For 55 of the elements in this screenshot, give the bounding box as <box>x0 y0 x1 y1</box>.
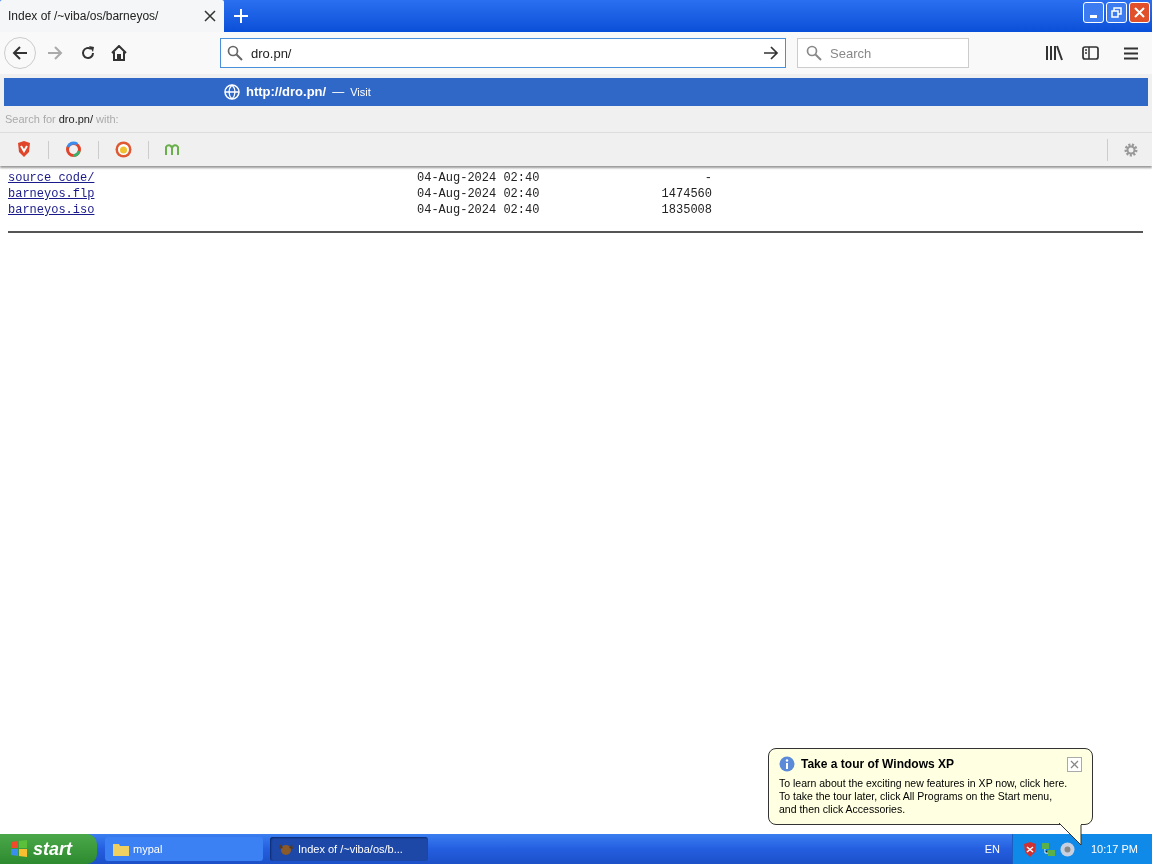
file-size: 1474560 <box>660 186 712 202</box>
dash-separator: — <box>332 84 345 101</box>
menu-icon[interactable] <box>1124 46 1138 60</box>
minimize-icon <box>1090 15 1097 18</box>
url-suggestion[interactable]: http://dro.pn/ — Visit <box>4 78 1148 106</box>
taskbar-button[interactable]: Index of /~viba/os/b... <box>270 837 428 861</box>
search-for-label: Search for <box>5 111 56 127</box>
restore-icon <box>1111 7 1122 18</box>
search-icon <box>227 45 243 61</box>
file-size: 1835008 <box>660 202 712 218</box>
shield-icon[interactable] <box>16 141 32 158</box>
modified-date: 04-Aug-2024 02:40 <box>417 170 541 186</box>
letter-m-icon[interactable] <box>165 143 179 156</box>
search-query: dro.pn/ <box>58 111 93 127</box>
new-tab-icon[interactable] <box>234 9 248 23</box>
dog-head-icon <box>278 842 294 856</box>
browser-tab[interactable]: Index of /~viba/os/barneyos/ <box>0 0 224 32</box>
library-icon[interactable] <box>1045 45 1063 61</box>
balloon-title: Take a tour of Windows XP <box>801 756 956 773</box>
minimize-button[interactable] <box>1083 2 1104 23</box>
tab-title: Index of /~viba/os/barneyos/ <box>8 8 160 25</box>
home-icon[interactable] <box>111 45 127 61</box>
file-link[interactable]: source code/ <box>8 171 95 185</box>
address-field[interactable]: dro.pn/ <box>251 40 755 66</box>
file-link[interactable]: barneyos.flp <box>8 187 95 201</box>
suggestion-url: http://dro.pn/ <box>246 83 327 102</box>
balloon-message[interactable]: To learn about the exciting new features in XP now, click here. To take the tour later, click All Programs on the Start menu, and then click Accessories. <box>779 777 1082 816</box>
sidebar-icon[interactable] <box>1082 46 1099 60</box>
file-link[interactable]: barneyos.iso <box>8 203 95 217</box>
forward-icon[interactable] <box>47 45 63 61</box>
balloon-pointer-icon <box>1059 823 1085 847</box>
suggestion-action: Visit <box>350 84 371 100</box>
windows-logo-icon <box>10 840 28 858</box>
back-arrow-icon <box>12 45 28 61</box>
address-bar[interactable]: dro.pn/ <box>220 38 786 68</box>
reload-icon[interactable] <box>80 45 96 61</box>
go-arrow-icon[interactable] <box>763 45 779 61</box>
file-size: - <box>703 170 712 186</box>
globe-icon <box>224 84 240 100</box>
modified-date: 04-Aug-2024 02:40 <box>417 186 541 202</box>
folder-icon <box>113 842 129 856</box>
close-button[interactable] <box>1067 756 1082 772</box>
close-icon[interactable] <box>204 10 216 22</box>
taskbar-button[interactable]: mypal <box>105 837 263 861</box>
ring-icon[interactable] <box>65 141 82 158</box>
start-button[interactable]: start <box>0 834 97 864</box>
search-icon <box>806 45 822 61</box>
restore-button[interactable] <box>1106 2 1127 23</box>
modified-date: 04-Aug-2024 02:40 <box>417 202 541 218</box>
search-field[interactable]: Search <box>830 40 960 66</box>
search-bar[interactable]: Search <box>797 38 969 68</box>
shield-icon[interactable] <box>1022 841 1037 857</box>
language-indicator[interactable]: EN <box>984 840 1000 858</box>
search-with-label: with: <box>96 111 119 127</box>
close-icon <box>1134 7 1145 18</box>
